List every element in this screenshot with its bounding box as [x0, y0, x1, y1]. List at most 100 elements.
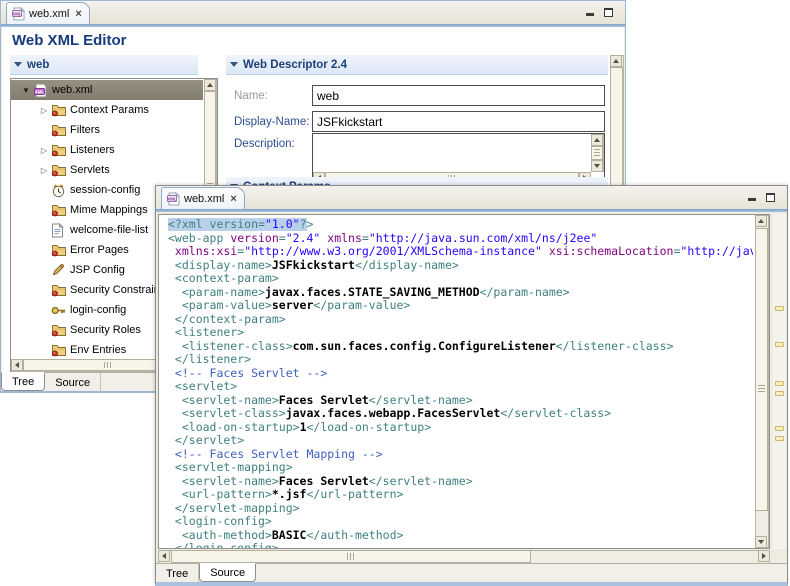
tab-source[interactable]: Source [45, 373, 101, 392]
descriptor-section-title: Web Descriptor 2.4 [243, 59, 347, 71]
code-line[interactable]: <param-name>javax.faces.STATE_SAVING_MET… [168, 286, 753, 300]
code-line[interactable]: </listener> [168, 353, 753, 367]
scroll-down-button[interactable] [755, 536, 767, 548]
folder-icon [51, 343, 68, 357]
scroll-thumb[interactable] [591, 146, 603, 160]
bg-editor-tabbar: XML web.xml × [1, 1, 625, 24]
tree-item-filters[interactable]: Filters [11, 120, 203, 140]
expander-icon[interactable]: ▷ [37, 166, 51, 175]
maximize-button[interactable] [602, 5, 615, 17]
scroll-right-button[interactable] [758, 550, 770, 562]
code-line[interactable]: <servlet> [168, 380, 753, 394]
tree-item-label: Filters [68, 124, 100, 136]
folder-icon [51, 323, 68, 337]
scroll-thumb[interactable] [755, 228, 768, 511]
code-line[interactable]: <servlet-name>Faces Servlet</servlet-nam… [168, 475, 753, 489]
name-input[interactable] [312, 85, 605, 106]
occurrence-marker [775, 342, 784, 347]
close-icon[interactable]: × [75, 8, 81, 20]
occurrence-marker [775, 426, 784, 431]
arrow-left-icon [15, 362, 19, 368]
pencil-icon [51, 263, 68, 277]
tab-tree[interactable]: Tree [1, 372, 45, 391]
minimize-button[interactable] [745, 190, 758, 202]
tab-underline [156, 209, 787, 212]
section-twistie-icon[interactable] [14, 62, 22, 67]
tab-source[interactable]: Source [199, 563, 256, 582]
scroll-down-button[interactable] [591, 160, 603, 172]
tree-section-header[interactable]: web [10, 55, 198, 75]
source-editor[interactable]: <?xml version="1.0"?><web-app version="2… [158, 214, 770, 549]
expander-icon[interactable]: ▼ [19, 86, 33, 95]
tree-item-label: Mime Mappings [68, 204, 148, 216]
minimize-icon [748, 198, 756, 201]
code-line[interactable]: <load-on-startup>1</load-on-startup> [168, 421, 753, 435]
tree-item-listeners[interactable]: ▷ Listeners [11, 140, 203, 160]
code-line[interactable]: <login-config> [168, 515, 753, 529]
code-line[interactable]: </login-config> [168, 542, 753, 548]
code-line[interactable]: <auth-method>BASIC</auth-method> [168, 529, 753, 543]
code-line[interactable]: <?xml version="1.0"?> [168, 218, 753, 232]
code-line[interactable]: <servlet-class>javax.faces.webapp.FacesS… [168, 407, 753, 421]
minimize-button[interactable] [583, 5, 596, 17]
expander-icon[interactable]: ▷ [37, 146, 51, 155]
code-line[interactable]: <context-param> [168, 272, 753, 286]
thumb-grip [347, 553, 355, 560]
scroll-up-button[interactable] [610, 55, 622, 67]
display-name-input[interactable] [312, 111, 605, 132]
close-icon[interactable]: × [230, 193, 236, 205]
code-line[interactable]: <listener> [168, 326, 753, 340]
scroll-left-button[interactable] [11, 359, 23, 371]
arrow-up-icon [594, 138, 600, 142]
code-line[interactable]: <display-name>JSFkickstart</display-name… [168, 259, 753, 273]
tree-item-label: Error Pages [68, 244, 129, 256]
maximize-icon [766, 193, 775, 202]
editor-vertical-scrollbar[interactable] [755, 215, 769, 548]
fg-editor-tab-webxml[interactable]: XML web.xml × [161, 187, 245, 209]
scroll-left-button[interactable] [158, 550, 170, 562]
expander-icon[interactable]: ▷ [37, 106, 51, 115]
scroll-thumb[interactable] [171, 550, 531, 563]
code-line[interactable]: <listener-class>com.sun.faces.config.Con… [168, 340, 753, 354]
folder-icon [51, 283, 68, 297]
tab-tree[interactable]: Tree [156, 564, 199, 583]
code-line[interactable]: </context-param> [168, 313, 753, 327]
descriptor-section-header[interactable]: Web Descriptor 2.4 [226, 55, 608, 75]
code-line[interactable]: <!-- Faces Servlet Mapping --> [168, 448, 753, 462]
description-vertical-scrollbar[interactable] [591, 134, 604, 172]
scroll-up-button[interactable] [755, 215, 767, 227]
scroll-up-button[interactable] [204, 79, 216, 91]
description-textarea[interactable] [313, 134, 591, 172]
tree-item-web-xml[interactable]: ▼XMLweb.xml [11, 80, 203, 100]
description-label: Description: [234, 138, 295, 150]
code-line[interactable]: </servlet> [168, 434, 753, 448]
tree-item-label: Listeners [68, 144, 115, 156]
editor-horizontal-scrollbar[interactable] [158, 550, 770, 564]
folder-icon [51, 103, 68, 117]
tree-item-label: Security Constraints [68, 284, 168, 296]
code-area[interactable]: <?xml version="1.0"?><web-app version="2… [168, 218, 753, 548]
bg-editor-tab-webxml[interactable]: XML web.xml × [6, 2, 90, 24]
occurrence-marker [775, 306, 784, 311]
arrow-up-icon [758, 219, 764, 223]
arrow-left-icon [162, 553, 166, 559]
code-line[interactable]: xmlns:xsi="http://www.w3.org/2001/XMLSch… [168, 245, 753, 259]
code-line[interactable]: <servlet-name>Faces Servlet</servlet-nam… [168, 394, 753, 408]
xml-file-icon: XML [12, 7, 25, 21]
code-line[interactable]: <web-app version="2.4" xmlns="http://jav… [168, 232, 753, 246]
name-label: Name: [234, 90, 268, 102]
section-twistie-icon[interactable] [230, 62, 238, 67]
tree-item-servlets[interactable]: ▷Servlets [11, 160, 203, 180]
code-line[interactable]: <servlet-mapping> [168, 461, 753, 475]
occurrence-marker [775, 391, 784, 396]
tree-item-context-params[interactable]: ▷Context Params [11, 100, 203, 120]
maximize-button[interactable] [764, 190, 777, 202]
arrow-up-icon [207, 83, 213, 87]
code-line[interactable]: <!-- Faces Servlet --> [168, 367, 753, 381]
scroll-up-button[interactable] [591, 134, 603, 146]
code-line[interactable]: </servlet-mapping> [168, 502, 753, 516]
code-line[interactable]: <param-value>server</param-value> [168, 299, 753, 313]
tree-item-label: Env Entries [68, 344, 126, 356]
fg-editor-tabbar: XML web.xml × [156, 186, 787, 209]
code-line[interactable]: <url-pattern>*.jsf</url-pattern> [168, 488, 753, 502]
